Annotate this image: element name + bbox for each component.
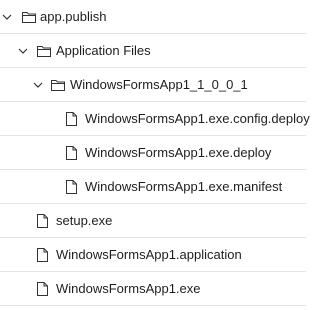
- file-tree: app.publish Application Files WindowsFor…: [0, 0, 310, 310]
- file-icon: [37, 204, 48, 237]
- tree-item-application-files[interactable]: Application Files: [0, 34, 306, 68]
- tree-item-app-publish[interactable]: app.publish: [0, 0, 306, 34]
- tree-item-label: WindowsFormsApp1.exe: [56, 281, 201, 296]
- tree-item-exe[interactable]: WindowsFormsApp1.exe: [0, 272, 306, 306]
- tree-item-exe-manifest[interactable]: WindowsFormsApp1.exe.manifest: [0, 170, 306, 204]
- tree-item-exe-config-deploy[interactable]: WindowsFormsApp1.exe.config.deploy: [0, 102, 310, 136]
- tree-item-setup-exe[interactable]: setup.exe: [0, 204, 306, 238]
- chevron-down-icon[interactable]: [16, 34, 30, 67]
- tree-item-label: WindowsFormsApp1_1_0_0_1: [70, 77, 248, 92]
- file-icon: [66, 136, 77, 169]
- folder-icon: [37, 34, 51, 67]
- tree-item-exe-deploy[interactable]: WindowsFormsApp1.exe.deploy: [0, 136, 306, 170]
- file-icon: [66, 102, 77, 135]
- file-icon: [66, 170, 77, 203]
- file-icon: [37, 238, 48, 271]
- folder-icon: [22, 0, 36, 33]
- chevron-down-icon[interactable]: [0, 0, 14, 33]
- folder-icon: [51, 68, 65, 101]
- tree-item-label: WindowsFormsApp1.application: [56, 247, 242, 262]
- tree-item-windowsformsapp1-1-0-0-1[interactable]: WindowsFormsApp1_1_0_0_1: [0, 68, 306, 102]
- tree-item-label: Application Files: [56, 43, 151, 58]
- tree-item-label: WindowsFormsApp1.exe.config.deploy: [85, 111, 310, 126]
- tree-item-label: WindowsFormsApp1.exe.deploy: [85, 145, 272, 160]
- file-icon: [37, 272, 48, 305]
- tree-item-label: setup.exe: [56, 213, 113, 228]
- tree-item-label: WindowsFormsApp1.exe.manifest: [85, 179, 283, 194]
- tree-item-application-manifest[interactable]: WindowsFormsApp1.application: [0, 238, 306, 272]
- tree-item-label: app.publish: [40, 9, 107, 24]
- chevron-down-icon[interactable]: [31, 68, 45, 101]
